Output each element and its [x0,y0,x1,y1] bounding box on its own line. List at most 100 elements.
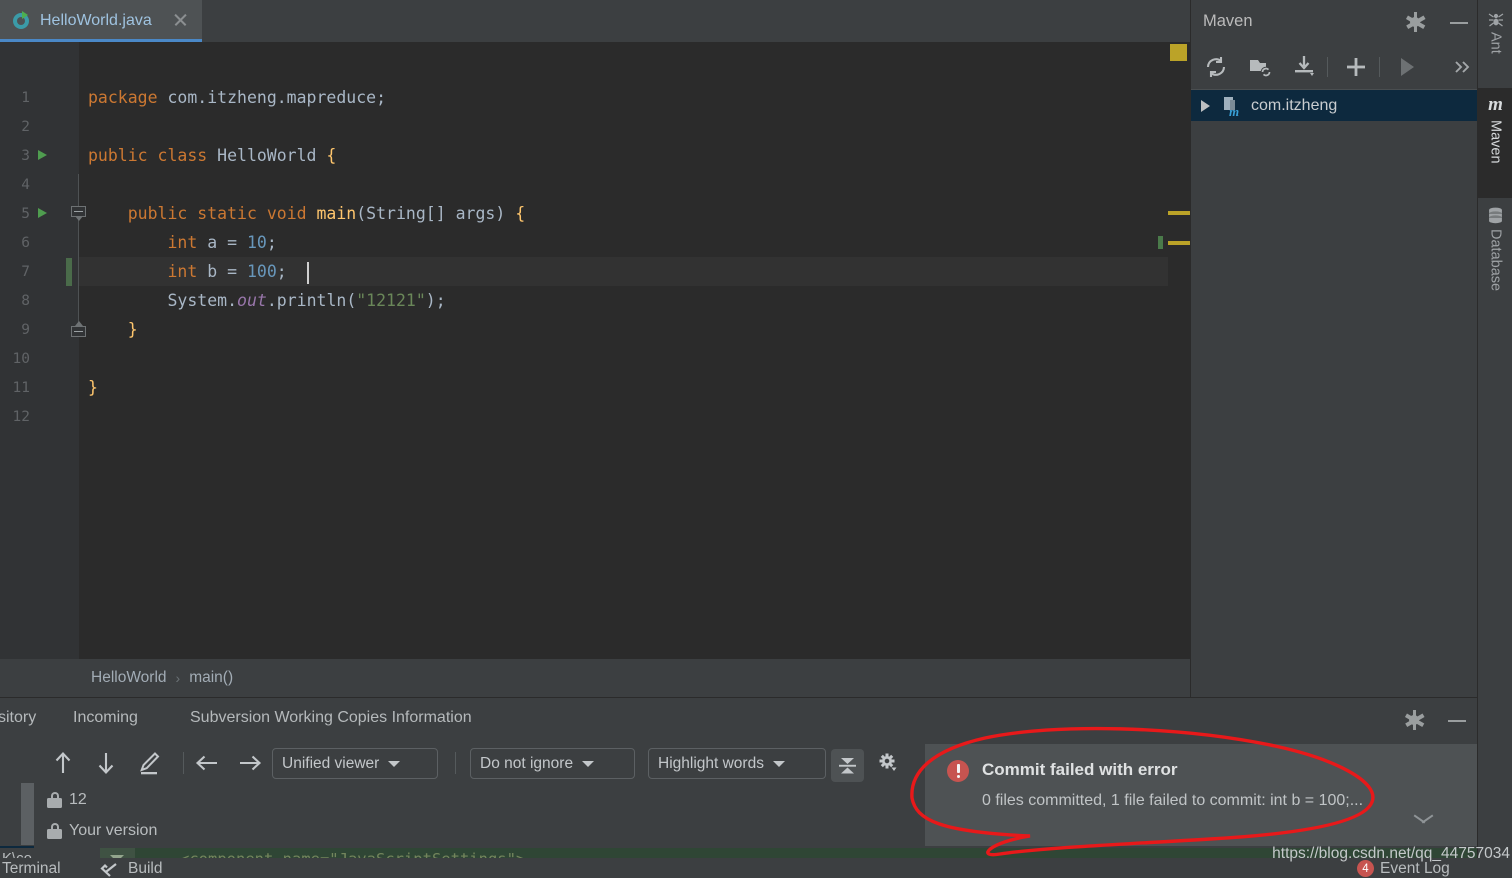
toolbar-divider [1379,57,1380,77]
editor-tab-helloworld[interactable]: HelloWorld.java [0,0,202,42]
minimize-icon[interactable] [1448,720,1466,722]
tab-build[interactable]: Build [128,860,162,878]
revision-row[interactable]: 12 [47,791,87,809]
maven-title: Maven [1203,12,1253,31]
maven-toolbar [1191,45,1478,89]
editor-tab-bar: HelloWorld.java [0,0,1190,42]
right-tool-window-bar: Ant m Maven Database [1477,0,1512,878]
highlight-mode-dropdown[interactable]: Highlight words [648,748,826,779]
highlight-mode-label: Highlight words [658,755,764,773]
notification-title: Commit failed with error [982,760,1178,780]
text-caret [307,262,309,284]
bottom-tab-bar: sitory Incoming Subversion Working Copie… [0,698,1477,740]
arrow-right-icon[interactable] [235,748,265,778]
line-number: 3 [0,148,30,164]
chevron-down-icon [582,761,594,767]
line-number: 1 [0,90,30,106]
build-hammer-icon [100,862,118,878]
arrow-up-icon[interactable] [48,748,78,778]
ignore-mode-dropdown[interactable]: Do not ignore [470,748,635,779]
chevron-down-icon [773,761,785,767]
download-icon[interactable] [1292,54,1318,80]
breadcrumb-class[interactable]: HelloWorld [91,669,167,687]
maven-tree-item-label: com.itzheng [1251,97,1337,115]
ant-icon [1487,10,1505,28]
error-notification-balloon[interactable]: Commit failed with error 0 files committ… [925,744,1477,846]
line-number: 7 [0,264,30,280]
diff-toolbar: Unified viewer Do not ignore Highlight w… [40,740,940,786]
sidebar-item-label: Maven [1488,120,1504,164]
edit-pencil-icon[interactable] [134,748,164,778]
viewer-mode-label: Unified viewer [282,755,379,773]
revision-label: 12 [69,791,87,809]
sidebar-item-label: Ant [1488,32,1504,54]
lock-icon [47,792,62,808]
run-gutter-icon[interactable] [38,150,47,160]
line-number: 11 [0,380,30,396]
tab-incoming[interactable]: Incoming [73,709,138,727]
code-editor[interactable]: 1 2 3 4 5 6 7 8 9 10 11 12 package com.i… [0,42,1190,659]
line-number: 5 [0,206,30,222]
run-gutter-icon[interactable] [38,208,47,218]
intellij-window: HelloWorld.java 1 2 3 4 5 6 7 8 9 10 11 … [0,0,1512,878]
editor-gutter[interactable]: 1 2 3 4 5 6 7 8 9 10 11 12 [0,42,79,659]
toolbar-divider [183,752,184,774]
chevron-down-icon [388,761,400,767]
scrollbar-change-marker[interactable] [1168,211,1190,215]
maven-m-icon: m [1488,94,1503,116]
vcs-change-marker[interactable] [66,258,72,286]
warning-marker-square[interactable] [1170,44,1187,61]
diff-left-tree-panel[interactable]: .itzh [0,740,40,850]
line-number: 6 [0,235,30,251]
line-number: 10 [0,351,30,367]
sidebar-item-database[interactable]: Database [1478,200,1512,320]
scrollbar-change-marker[interactable] [1168,241,1190,245]
more-chevrons-icon[interactable] [1449,54,1475,80]
sidebar-item-label: Database [1488,229,1504,291]
watermark: https://blog.csdn.net/qq_44757034 [1272,845,1510,863]
toolbar-divider [455,752,456,774]
maven-project-tree[interactable]: m com.itzheng [1191,89,1478,697]
scrollbar-vcs-marker[interactable] [1158,236,1163,249]
sidebar-item-ant[interactable]: Ant [1478,4,1512,86]
close-icon[interactable] [172,12,188,28]
folder-refresh-icon[interactable] [1248,54,1274,80]
tab-repository[interactable]: sitory [0,709,36,727]
toolbar-divider [1327,57,1328,77]
revision-label: Your version [69,822,157,840]
line-number: 12 [0,409,30,425]
revision-row[interactable]: Your version [47,822,157,840]
breadcrumb-method[interactable]: main() [189,669,233,687]
line-number: 4 [0,177,30,193]
sidebar-item-maven[interactable]: m Maven [1478,88,1512,198]
maven-tool-window: Maven [1190,0,1477,697]
java-class-icon [12,12,31,31]
gear-dropdown-icon[interactable] [873,748,903,778]
minimize-icon[interactable] [1450,22,1468,24]
notification-body: 0 files committed, 1 file failed to comm… [982,790,1412,812]
breadcrumb-separator: › [176,670,181,686]
viewer-mode-dropdown[interactable]: Unified viewer [272,748,438,779]
scrollbar-thumb[interactable] [21,783,34,845]
breadcrumb-gutter-filler [0,659,79,697]
editor-marker-strip[interactable] [1168,42,1190,659]
gear-icon[interactable] [1406,13,1424,31]
tab-terminal[interactable]: Terminal [2,860,61,878]
ignore-mode-label: Do not ignore [480,755,573,773]
maven-tree-item[interactable]: m com.itzheng [1191,89,1478,121]
add-icon[interactable] [1343,54,1369,80]
tab-svn-working-copies[interactable]: Subversion Working Copies Information [190,709,472,727]
arrow-left-icon[interactable] [192,748,222,778]
expand-triangle-icon[interactable] [1201,100,1210,112]
breadcrumb[interactable]: HelloWorld › main() [79,659,1190,697]
chevron-down-icon[interactable] [1413,816,1435,828]
run-icon[interactable] [1394,54,1420,80]
gear-icon[interactable] [1405,711,1423,729]
collapse-expand-icon[interactable] [831,749,864,782]
line-number: 8 [0,293,30,309]
database-icon [1486,206,1505,225]
refresh-icon[interactable] [1203,54,1229,80]
line-number: 2 [0,119,30,135]
code-text-area[interactable]: package com.itzheng.mapreduce; public cl… [79,42,1190,659]
arrow-down-icon[interactable] [91,748,121,778]
